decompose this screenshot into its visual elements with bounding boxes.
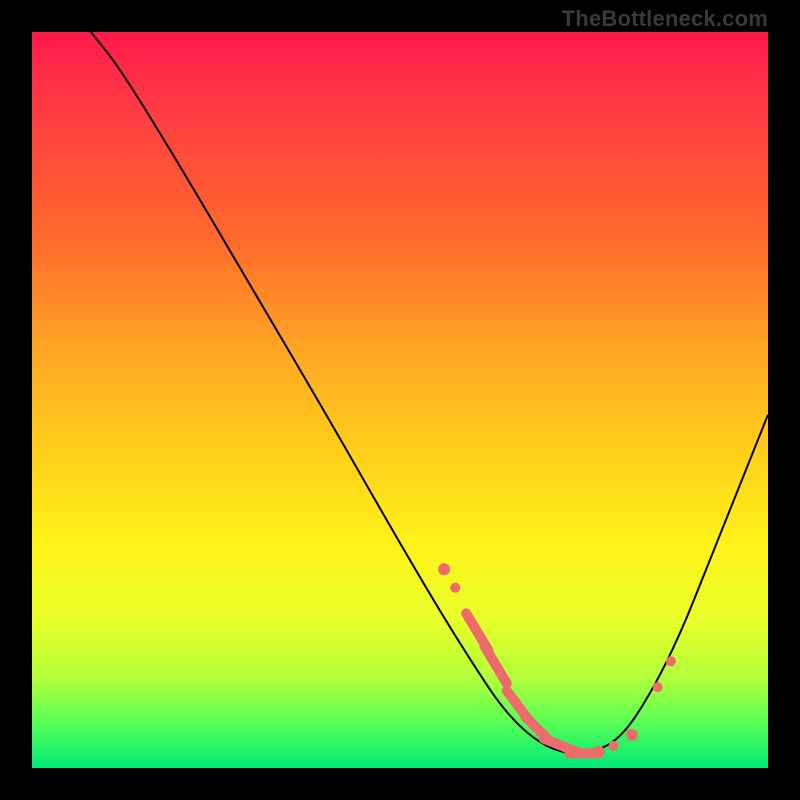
source-label: TheBottleneck.com (562, 6, 768, 32)
curve-marker-dot (438, 563, 450, 575)
curve-marker-dot (626, 729, 638, 741)
chart-frame: TheBottleneck.com (0, 0, 800, 800)
curve-path (91, 32, 768, 753)
curve-marker-dot (450, 583, 460, 593)
plot-area (32, 32, 768, 768)
curve-marker-dot (608, 741, 618, 751)
curve-marker-dot (653, 682, 663, 692)
bottleneck-curve (32, 32, 768, 768)
curve-marker-dot (593, 746, 605, 758)
curve-marker-dot (666, 656, 676, 666)
marker-layer (438, 563, 676, 758)
curve-marker-dot (491, 660, 501, 670)
